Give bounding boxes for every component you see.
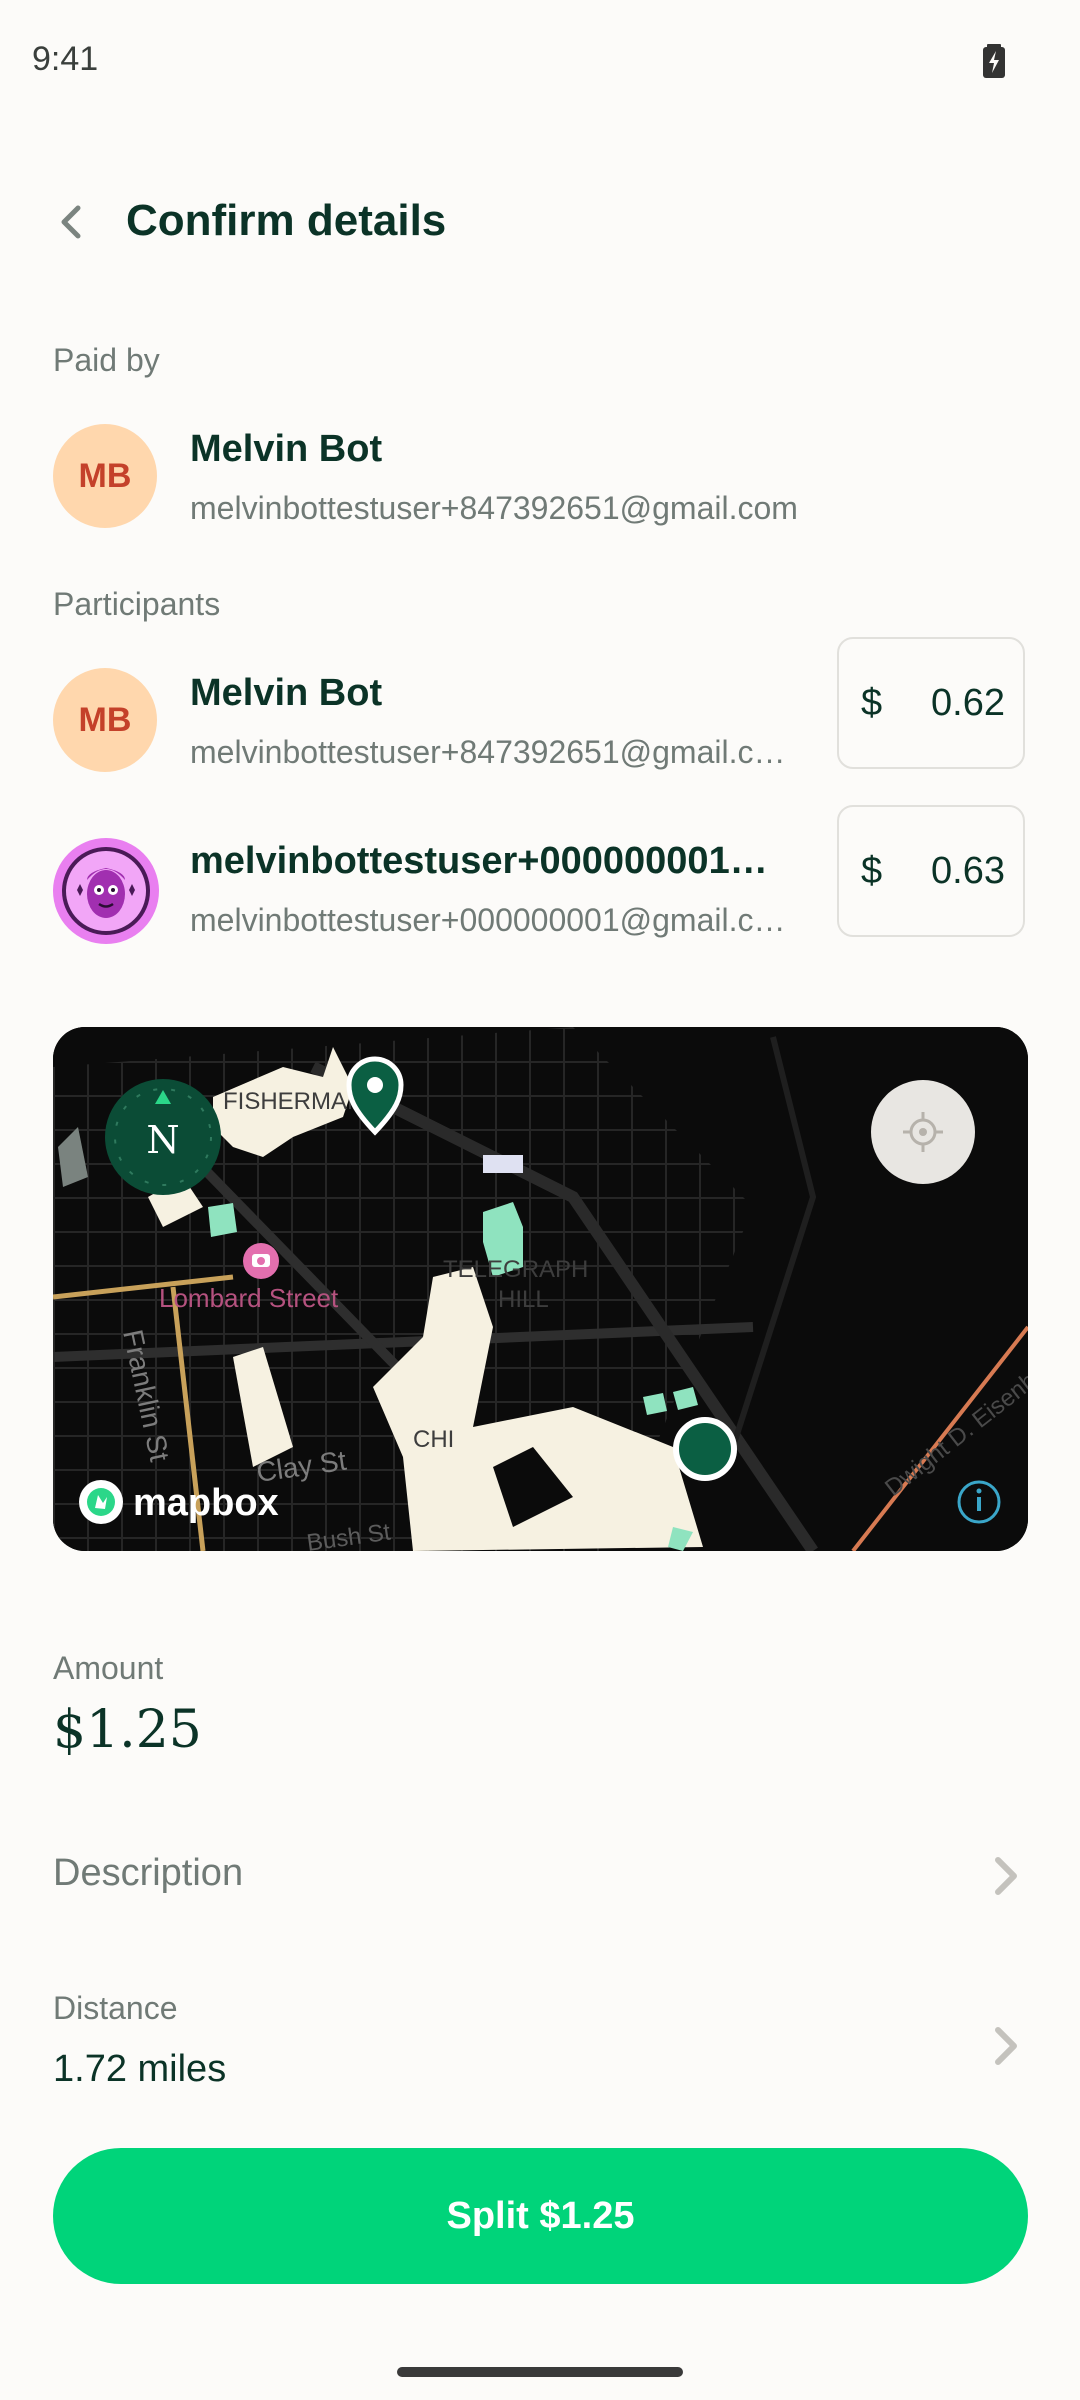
svg-text:HILL: HILL	[498, 1286, 549, 1313]
avatar	[53, 838, 159, 944]
svg-text:CHI: CHI	[413, 1426, 454, 1453]
battery-icon	[983, 44, 1005, 78]
amount-value[interactable]: 0.62	[931, 682, 1005, 725]
payer-email: melvinbottestuser+847392651@gmail.com	[190, 490, 798, 526]
compass-icon: N	[105, 1079, 221, 1195]
participant-name: Melvin Bot	[190, 672, 383, 714]
mapbox-logo-icon: mapbox	[79, 1480, 279, 1524]
description-label: Description	[53, 1852, 244, 1894]
page-title: Confirm details	[126, 196, 447, 245]
svg-text:TELEGRAPH: TELEGRAPH	[443, 1256, 588, 1283]
paid-by-label: Paid by	[53, 342, 160, 378]
participant-email: melvinbottestuser+000000001@gmail.com	[190, 902, 794, 938]
participant-name: melvinbottestuser+000000001@gmail.com	[190, 840, 794, 882]
participants-label: Participants	[53, 586, 221, 622]
avatar-initials: MB	[78, 700, 132, 739]
currency-symbol: $	[861, 849, 883, 892]
avatar-initials: MB	[78, 456, 132, 495]
distance-value: 1.72 miles	[53, 2048, 227, 2090]
split-button-label: Split $1.25	[446, 2194, 635, 2237]
participant-amount-field[interactable]: $ 0.62	[837, 637, 1025, 769]
home-indicator[interactable]	[397, 2367, 683, 2377]
currency-symbol: $	[861, 681, 883, 724]
amount-value[interactable]: 0.63	[931, 850, 1005, 893]
payer-name: Melvin Bot	[190, 428, 383, 470]
chevron-right-icon	[995, 2027, 1017, 2065]
svg-text:N: N	[146, 1118, 179, 1162]
avatar: MB	[53, 424, 157, 528]
end-pin-icon	[673, 1417, 737, 1481]
svg-text:mapbox: mapbox	[133, 1482, 279, 1524]
recenter-location-button[interactable]	[871, 1080, 975, 1184]
svg-text:FISHERMAN: FISHERMAN	[223, 1088, 364, 1115]
description-row[interactable]: Description	[0, 1830, 1080, 1920]
distance-label: Distance	[53, 1990, 178, 2026]
avatar: MB	[53, 668, 157, 772]
participant-email: melvinbottestuser+847392651@gmail.com	[190, 734, 794, 770]
amount-value: $1.25	[53, 1700, 202, 1760]
crosshair-icon	[903, 1112, 943, 1152]
map-label-lombard: Lombard Street	[159, 1283, 339, 1313]
status-time: 9:41	[32, 40, 99, 78]
participant-amount-field[interactable]: $ 0.63	[837, 805, 1025, 937]
split-button[interactable]: Split $1.25	[53, 2148, 1028, 2284]
chevron-right-icon	[995, 1857, 1017, 1895]
amount-label: Amount	[53, 1650, 164, 1686]
back-icon[interactable]	[52, 202, 92, 242]
